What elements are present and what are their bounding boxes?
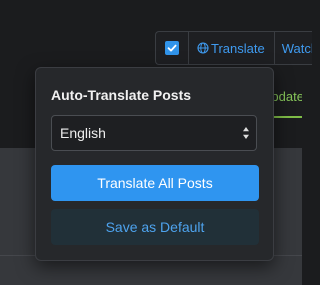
globe-icon <box>197 42 209 54</box>
language-select-value: English <box>60 125 106 141</box>
translate-all-posts-button[interactable]: Translate All Posts <box>51 165 259 201</box>
popover-title: Auto-Translate Posts <box>51 87 192 103</box>
save-as-default-button[interactable]: Save as Default <box>51 209 259 245</box>
watch-label: Watch <box>281 40 312 56</box>
post-toolbar: Translate Watch <box>155 31 312 65</box>
translate-button[interactable]: Translate <box>189 32 275 64</box>
translate-label: Translate <box>211 40 265 56</box>
auto-translate-popover: Auto-Translate Posts English Translate A… <box>35 67 274 261</box>
select-checkbox-button[interactable] <box>156 32 189 64</box>
translate-all-posts-label: Translate All Posts <box>97 175 213 191</box>
watch-button[interactable]: Watch <box>275 32 312 64</box>
checkbox-checked-icon <box>165 41 179 55</box>
save-as-default-label: Save as Default <box>105 219 205 235</box>
select-arrows-icon <box>243 127 249 139</box>
language-select[interactable]: English <box>51 115 257 151</box>
